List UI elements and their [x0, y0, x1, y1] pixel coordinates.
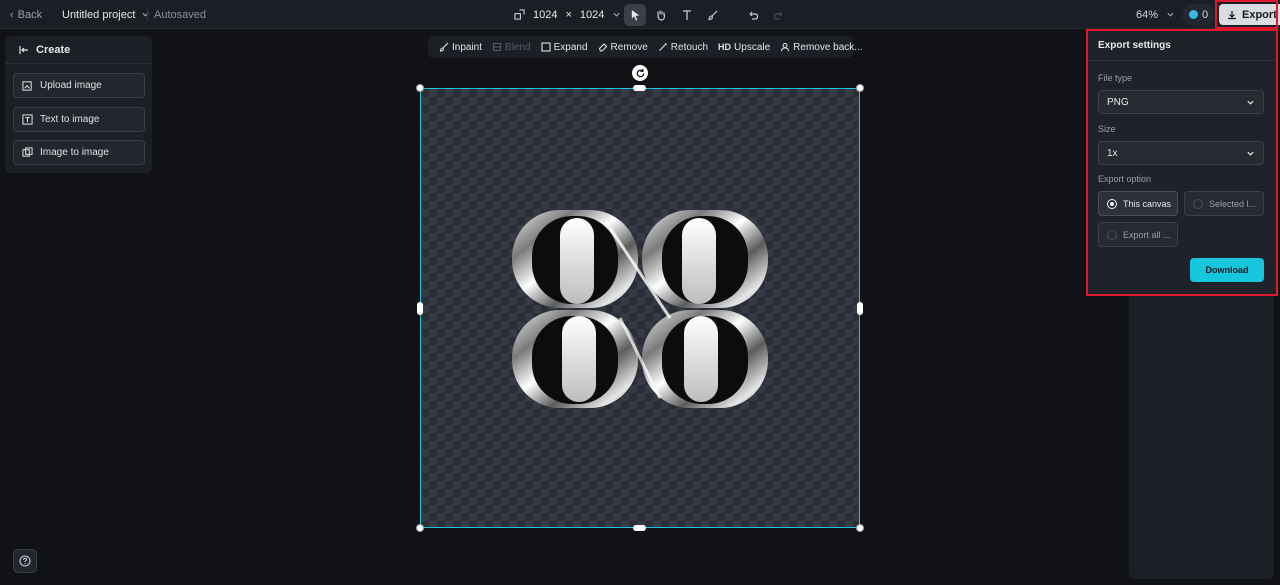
remove-background-button[interactable]: Remove back...: [775, 42, 867, 53]
image-to-image-label: Image to image: [40, 147, 109, 158]
credits-count: 0: [1202, 8, 1209, 21]
upscale-label: Upscale: [734, 41, 771, 53]
chrome-oo-artwork: [512, 210, 768, 408]
resize-handle-top-right[interactable]: [856, 84, 864, 92]
resize-handle-left[interactable]: [417, 302, 423, 315]
export-button-highlight: [1215, 0, 1278, 29]
tool-group: [624, 0, 790, 29]
right-sidebar: [1129, 296, 1274, 579]
undo-icon: [749, 11, 759, 20]
expand-label: Expand: [553, 41, 588, 53]
rotate-icon: [636, 68, 644, 77]
redo-icon: [773, 11, 783, 20]
eraser-icon: [598, 43, 607, 52]
text-to-image-label: Text to image: [40, 114, 100, 125]
canvas-size-dropdown[interactable]: 1024 × 1024: [514, 0, 621, 29]
text-to-image-icon: [22, 114, 33, 125]
canvas-width: 1024: [533, 8, 558, 21]
upscale-button[interactable]: HD Upscale: [713, 42, 775, 53]
blend-icon: [492, 42, 502, 52]
resize-handle-bottom-left[interactable]: [416, 524, 424, 532]
resize-handle-bottom-right[interactable]: [856, 524, 864, 532]
wand-icon: [658, 43, 667, 51]
resize-handle-top-left[interactable]: [416, 84, 424, 92]
resize-icon: [514, 9, 525, 20]
hand-tool[interactable]: [650, 4, 672, 26]
brush-tool[interactable]: [702, 4, 724, 26]
remove-background-icon: [781, 42, 790, 52]
upload-image-icon: [22, 81, 32, 91]
upload-image-label: Upload image: [40, 80, 102, 91]
retouch-button[interactable]: Retouch: [653, 42, 713, 53]
retouch-label: Retouch: [670, 41, 709, 53]
expand-button[interactable]: Expand: [536, 42, 593, 53]
create-panel-header[interactable]: Create: [5, 36, 152, 64]
collapse-left-icon: [19, 45, 28, 54]
hand-icon: [657, 9, 666, 21]
cursor-icon: [631, 9, 639, 20]
brush-icon: [708, 10, 718, 20]
rotate-handle[interactable]: [632, 65, 648, 81]
image-to-image-icon: [22, 147, 33, 157]
edit-toolbar: Inpaint Blend Expand Remove Retouch HD U…: [428, 36, 863, 58]
blend-label: Blend: [505, 41, 531, 53]
times-sign: ×: [565, 8, 572, 21]
chevron-down-icon: [1167, 12, 1174, 17]
help-button[interactable]: [13, 549, 37, 573]
export-panel-highlight: [1086, 29, 1278, 296]
resize-handle-right[interactable]: [857, 302, 863, 315]
project-name-dropdown[interactable]: Untitled project: [62, 0, 150, 29]
autosave-status: Autosaved: [154, 8, 206, 21]
redo-button[interactable]: [768, 4, 790, 26]
undo-button[interactable]: [742, 4, 764, 26]
brush-icon: [439, 42, 449, 52]
zoom-level: 64%: [1136, 8, 1159, 21]
hd-icon: HD: [718, 42, 732, 52]
chevron-down-icon: [613, 12, 621, 17]
text-to-image-button[interactable]: Text to image: [13, 107, 145, 132]
remove-button[interactable]: Remove: [593, 42, 653, 53]
expand-icon: [541, 42, 551, 52]
resize-handle-top[interactable]: [633, 85, 646, 91]
remove-label: Remove: [610, 41, 648, 53]
inpaint-button[interactable]: Inpaint: [434, 42, 487, 53]
upload-image-button[interactable]: Upload image: [13, 73, 145, 98]
help-icon: [19, 555, 31, 567]
select-tool[interactable]: [624, 3, 646, 26]
credit-icon: [1189, 10, 1198, 19]
canvas-height: 1024: [579, 8, 605, 21]
inpaint-label: Inpaint: [452, 41, 483, 53]
back-label: Back: [17, 8, 43, 21]
top-bar: ‹ Back Untitled project Autosaved 1024 ×…: [0, 0, 1280, 29]
back-button[interactable]: ‹ Back: [10, 0, 42, 29]
create-panel: Create Upload image Text to image Image …: [5, 36, 152, 173]
text-tool[interactable]: [676, 4, 698, 26]
project-name: Untitled project: [62, 8, 136, 21]
text-icon: [683, 9, 691, 20]
blend-button[interactable]: Blend: [487, 42, 536, 53]
divider: [147, 7, 148, 21]
resize-handle-bottom[interactable]: [633, 525, 646, 531]
image-to-image-button[interactable]: Image to image: [13, 140, 145, 165]
chevron-left-icon: ‹: [10, 8, 14, 21]
remove-background-label: Remove back...: [793, 41, 863, 53]
zoom-dropdown[interactable]: 64%: [1136, 0, 1175, 29]
create-title: Create: [36, 43, 71, 56]
credits-badge[interactable]: 0: [1182, 4, 1216, 25]
chevron-down-icon: [142, 12, 149, 17]
